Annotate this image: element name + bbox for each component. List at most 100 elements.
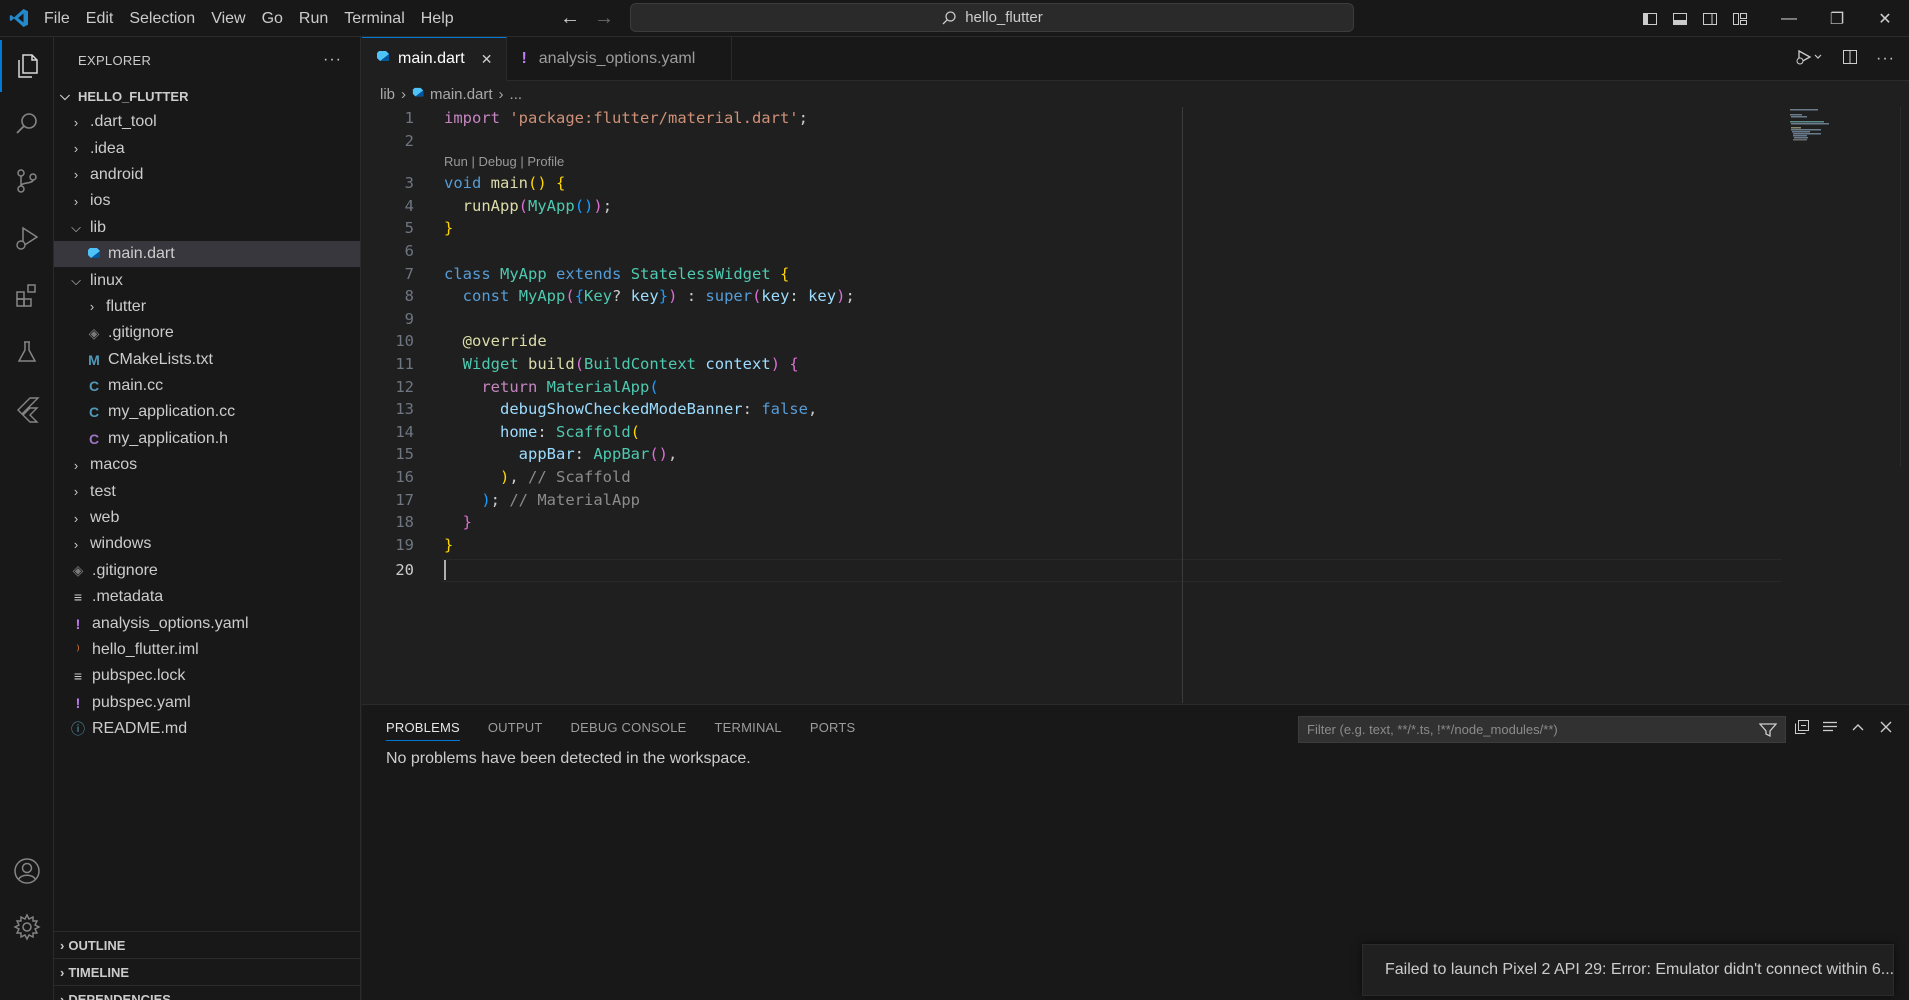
run-debug-dropdown-icon[interactable] bbox=[1796, 49, 1824, 70]
tree-file[interactable]: ! pubspec.yaml bbox=[54, 690, 360, 716]
menu-selection[interactable]: Selection bbox=[121, 0, 203, 37]
iml-file-icon: ⁾ bbox=[76, 641, 80, 658]
split-editor-icon[interactable] bbox=[1842, 49, 1858, 70]
tree-file[interactable]: ≡ pubspec.lock bbox=[54, 663, 360, 689]
collapse-all-icon[interactable] bbox=[1794, 719, 1810, 740]
tree-file[interactable]: Cmy_application.h bbox=[54, 426, 360, 452]
tree-file[interactable]: ◈ .gitignore bbox=[54, 320, 360, 346]
tree-file[interactable]: main.dart bbox=[54, 240, 360, 268]
menu-bar: File Edit Selection View Go Run Terminal… bbox=[36, 0, 462, 37]
tree-file[interactable]: ⓘ README.md bbox=[54, 716, 360, 742]
testing-flask-icon[interactable] bbox=[0, 326, 54, 378]
tree-item-label: README.md bbox=[92, 720, 188, 738]
run-and-debug-icon[interactable] bbox=[0, 212, 54, 264]
more-actions-icon[interactable]: ··· bbox=[323, 51, 342, 69]
activity-bar bbox=[0, 37, 54, 1000]
dart-file-icon bbox=[412, 86, 424, 103]
search-icon[interactable] bbox=[0, 98, 54, 150]
tree-file[interactable]: Cmain.cc bbox=[54, 373, 360, 399]
workspace-root-folder[interactable]: ⌵ HELLO_FLUTTER bbox=[54, 83, 360, 109]
toggle-primary-sidebar-icon[interactable] bbox=[1635, 0, 1665, 37]
menu-go[interactable]: Go bbox=[254, 0, 291, 37]
close-tab-icon[interactable]: ✕ bbox=[481, 51, 493, 68]
close-window-button[interactable]: ✕ bbox=[1861, 0, 1909, 37]
tab-terminal[interactable]: TERMINAL bbox=[701, 705, 796, 749]
error-notification[interactable]: Failed to launch Pixel 2 API 29: Error: … bbox=[1362, 944, 1894, 996]
menu-help[interactable]: Help bbox=[413, 0, 462, 37]
menu-run[interactable]: Run bbox=[291, 0, 336, 37]
tree-item-label: main.cc bbox=[108, 377, 164, 395]
minimap[interactable] bbox=[1788, 107, 1834, 147]
filter-icon[interactable] bbox=[1759, 722, 1777, 738]
tree-folder[interactable]: ⌵ lib bbox=[54, 215, 360, 241]
back-arrow-icon[interactable]: ← bbox=[560, 7, 580, 30]
tab-debug-console[interactable]: DEBUG CONSOLE bbox=[557, 705, 701, 749]
code-editor[interactable]: Run | Debug | Profile 1 import 'package:f… bbox=[362, 107, 1902, 703]
tree-folder[interactable]: › macos bbox=[54, 452, 360, 478]
code-line: 10 @override bbox=[395, 332, 547, 351]
tree-folder[interactable]: › web bbox=[54, 505, 360, 531]
view-as-list-icon[interactable] bbox=[1822, 719, 1838, 740]
menu-edit[interactable]: Edit bbox=[78, 0, 122, 37]
minimize-button[interactable]: — bbox=[1765, 0, 1813, 37]
editor-scrollbar[interactable] bbox=[1900, 107, 1908, 467]
codelens-run-debug-profile[interactable]: Run | Debug | Profile bbox=[444, 154, 564, 169]
flutter-icon[interactable] bbox=[0, 383, 54, 435]
text-cursor bbox=[444, 560, 446, 580]
breadcrumb-lib[interactable]: lib bbox=[380, 86, 395, 103]
customize-layout-icon[interactable] bbox=[1725, 0, 1755, 37]
tree-file[interactable]: ≡ .metadata bbox=[54, 584, 360, 610]
outline-label: OUTLINE bbox=[68, 937, 126, 953]
tree-folder[interactable]: › ios bbox=[54, 188, 360, 214]
tree-file[interactable]: Cmy_application.cc bbox=[54, 399, 360, 425]
source-control-icon[interactable] bbox=[0, 155, 54, 207]
tree-item-label: .gitignore bbox=[108, 324, 174, 342]
navigation-arrows: ← → bbox=[560, 0, 614, 37]
tree-file[interactable]: ⁾ hello_flutter.iml bbox=[54, 637, 360, 663]
tree-folder[interactable]: › android bbox=[54, 162, 360, 188]
breadcrumb-file[interactable]: main.dart bbox=[430, 86, 493, 103]
tab-problems[interactable]: PROBLEMS bbox=[386, 705, 474, 749]
menu-terminal[interactable]: Terminal bbox=[336, 0, 412, 37]
tree-file[interactable]: M CMakeLists.txt bbox=[54, 347, 360, 373]
breadcrumb-symbol[interactable]: ... bbox=[510, 86, 523, 103]
settings-gear-icon[interactable] bbox=[0, 901, 54, 953]
maximize-panel-icon[interactable] bbox=[1850, 719, 1866, 740]
restore-button[interactable]: ❐ bbox=[1813, 0, 1861, 37]
tree-file[interactable]: ! analysis_options.yaml bbox=[54, 610, 360, 636]
yaml-file-icon: ! bbox=[75, 615, 81, 632]
timeline-section[interactable]: › TIMELINE bbox=[54, 958, 360, 985]
code-line: 12 return MaterialApp( bbox=[395, 377, 659, 396]
extensions-icon[interactable] bbox=[0, 269, 54, 321]
tab-analysis-options[interactable]: ! analysis_options.yaml bbox=[507, 37, 733, 81]
tree-folder[interactable]: › flutter bbox=[54, 294, 360, 320]
outline-section[interactable]: › OUTLINE bbox=[54, 931, 360, 958]
menu-file[interactable]: File bbox=[36, 0, 78, 37]
command-center-search[interactable]: hello_flutter bbox=[630, 3, 1354, 32]
timeline-label: TIMELINE bbox=[68, 964, 130, 980]
tree-folder[interactable]: › test bbox=[54, 478, 360, 504]
tree-folder[interactable]: ⌵ linux bbox=[54, 267, 360, 293]
menu-view[interactable]: View bbox=[203, 0, 253, 37]
tree-folder[interactable]: › windows bbox=[54, 531, 360, 557]
more-actions-icon[interactable]: ··· bbox=[1876, 50, 1895, 68]
tree-folder[interactable]: › .dart_tool bbox=[54, 109, 360, 135]
tree-file[interactable]: ◈ .gitignore bbox=[54, 558, 360, 584]
dependencies-section[interactable]: › DEPENDENCIES bbox=[54, 985, 360, 1000]
problems-filter-input[interactable] bbox=[1307, 722, 1747, 737]
dependencies-label: DEPENDENCIES bbox=[68, 991, 171, 1000]
title-bar: File Edit Selection View Go Run Terminal… bbox=[0, 0, 1909, 37]
tree-folder[interactable]: › .idea bbox=[54, 135, 360, 161]
accounts-icon[interactable] bbox=[0, 845, 54, 897]
tree-item-label: .metadata bbox=[92, 588, 164, 606]
tab-label: main.dart bbox=[398, 50, 465, 67]
tab-output[interactable]: OUTPUT bbox=[474, 705, 557, 749]
forward-arrow-icon[interactable]: → bbox=[594, 7, 614, 30]
tab-main-dart[interactable]: main.dart ✕ bbox=[362, 37, 508, 81]
code-line: 14 home: Scaffold( bbox=[395, 422, 640, 441]
tab-ports[interactable]: PORTS bbox=[796, 705, 870, 749]
toggle-secondary-sidebar-icon[interactable] bbox=[1695, 0, 1725, 37]
toggle-panel-icon[interactable] bbox=[1665, 0, 1695, 37]
explorer-icon[interactable] bbox=[0, 40, 54, 92]
close-panel-icon[interactable] bbox=[1878, 719, 1894, 740]
